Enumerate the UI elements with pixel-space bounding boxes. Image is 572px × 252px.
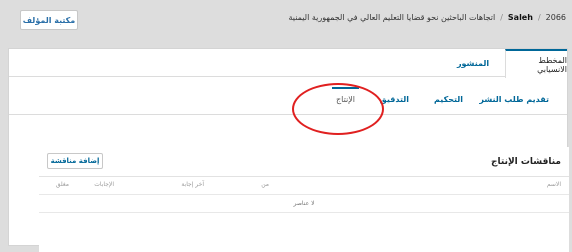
workflow-panel: المخطط الانسيابي المنشور تقديم طلب النشر… bbox=[8, 48, 569, 252]
submission-title: اتجاهات الباحثين نحو قضايا التعليم العال… bbox=[288, 13, 496, 22]
empty-message: لا عناصر bbox=[39, 195, 569, 213]
tab-review[interactable]: التحكيم bbox=[434, 95, 463, 104]
red-annotation-circle bbox=[292, 83, 384, 135]
discussions-column-headers: الاسم من آخر إجابة الإجابات مغلق bbox=[39, 177, 569, 195]
column-from: من bbox=[261, 181, 269, 188]
stage-tabs: تقديم طلب النشر التحكيم التدقيق الإنتاج bbox=[9, 87, 567, 115]
tab-workflow[interactable]: المخطط الانسيابي bbox=[505, 49, 567, 78]
main-tabs: المخطط الانسيابي المنشور bbox=[9, 49, 567, 78]
tab-publication[interactable]: المنشور bbox=[451, 49, 495, 77]
column-name: الاسم bbox=[546, 181, 561, 188]
tab-copyediting[interactable]: التدقيق bbox=[380, 95, 409, 104]
discussions-header: مناقشات الإنتاج إضافة مناقشة bbox=[39, 147, 569, 177]
breadcrumb-separator: / bbox=[500, 13, 503, 22]
breadcrumb: 2066 / Saleh / اتجاهات الباحثين نحو قضايا ال… bbox=[289, 13, 566, 22]
production-discussions: مناقشات الإنتاج إضافة مناقشة الاسم من آخ… bbox=[39, 147, 569, 252]
breadcrumb-separator: / bbox=[537, 13, 541, 22]
tab-submission[interactable]: تقديم طلب النشر bbox=[479, 95, 549, 104]
discussions-title: مناقشات الإنتاج bbox=[491, 157, 561, 167]
submission-id: 2066 bbox=[545, 13, 566, 22]
author-library-button[interactable]: مكتبة المؤلف bbox=[20, 10, 78, 30]
column-last-reply: آخر إجابة bbox=[181, 181, 204, 188]
top-bar: مكتبة المؤلف 2066 / Saleh / اتجاهات الباحثين… bbox=[0, 0, 572, 38]
column-closed: مغلق bbox=[55, 181, 69, 188]
submission-author: Saleh bbox=[507, 13, 533, 22]
column-replies: الإجابات bbox=[94, 181, 114, 188]
add-discussion-button[interactable]: إضافة مناقشة bbox=[47, 153, 103, 169]
